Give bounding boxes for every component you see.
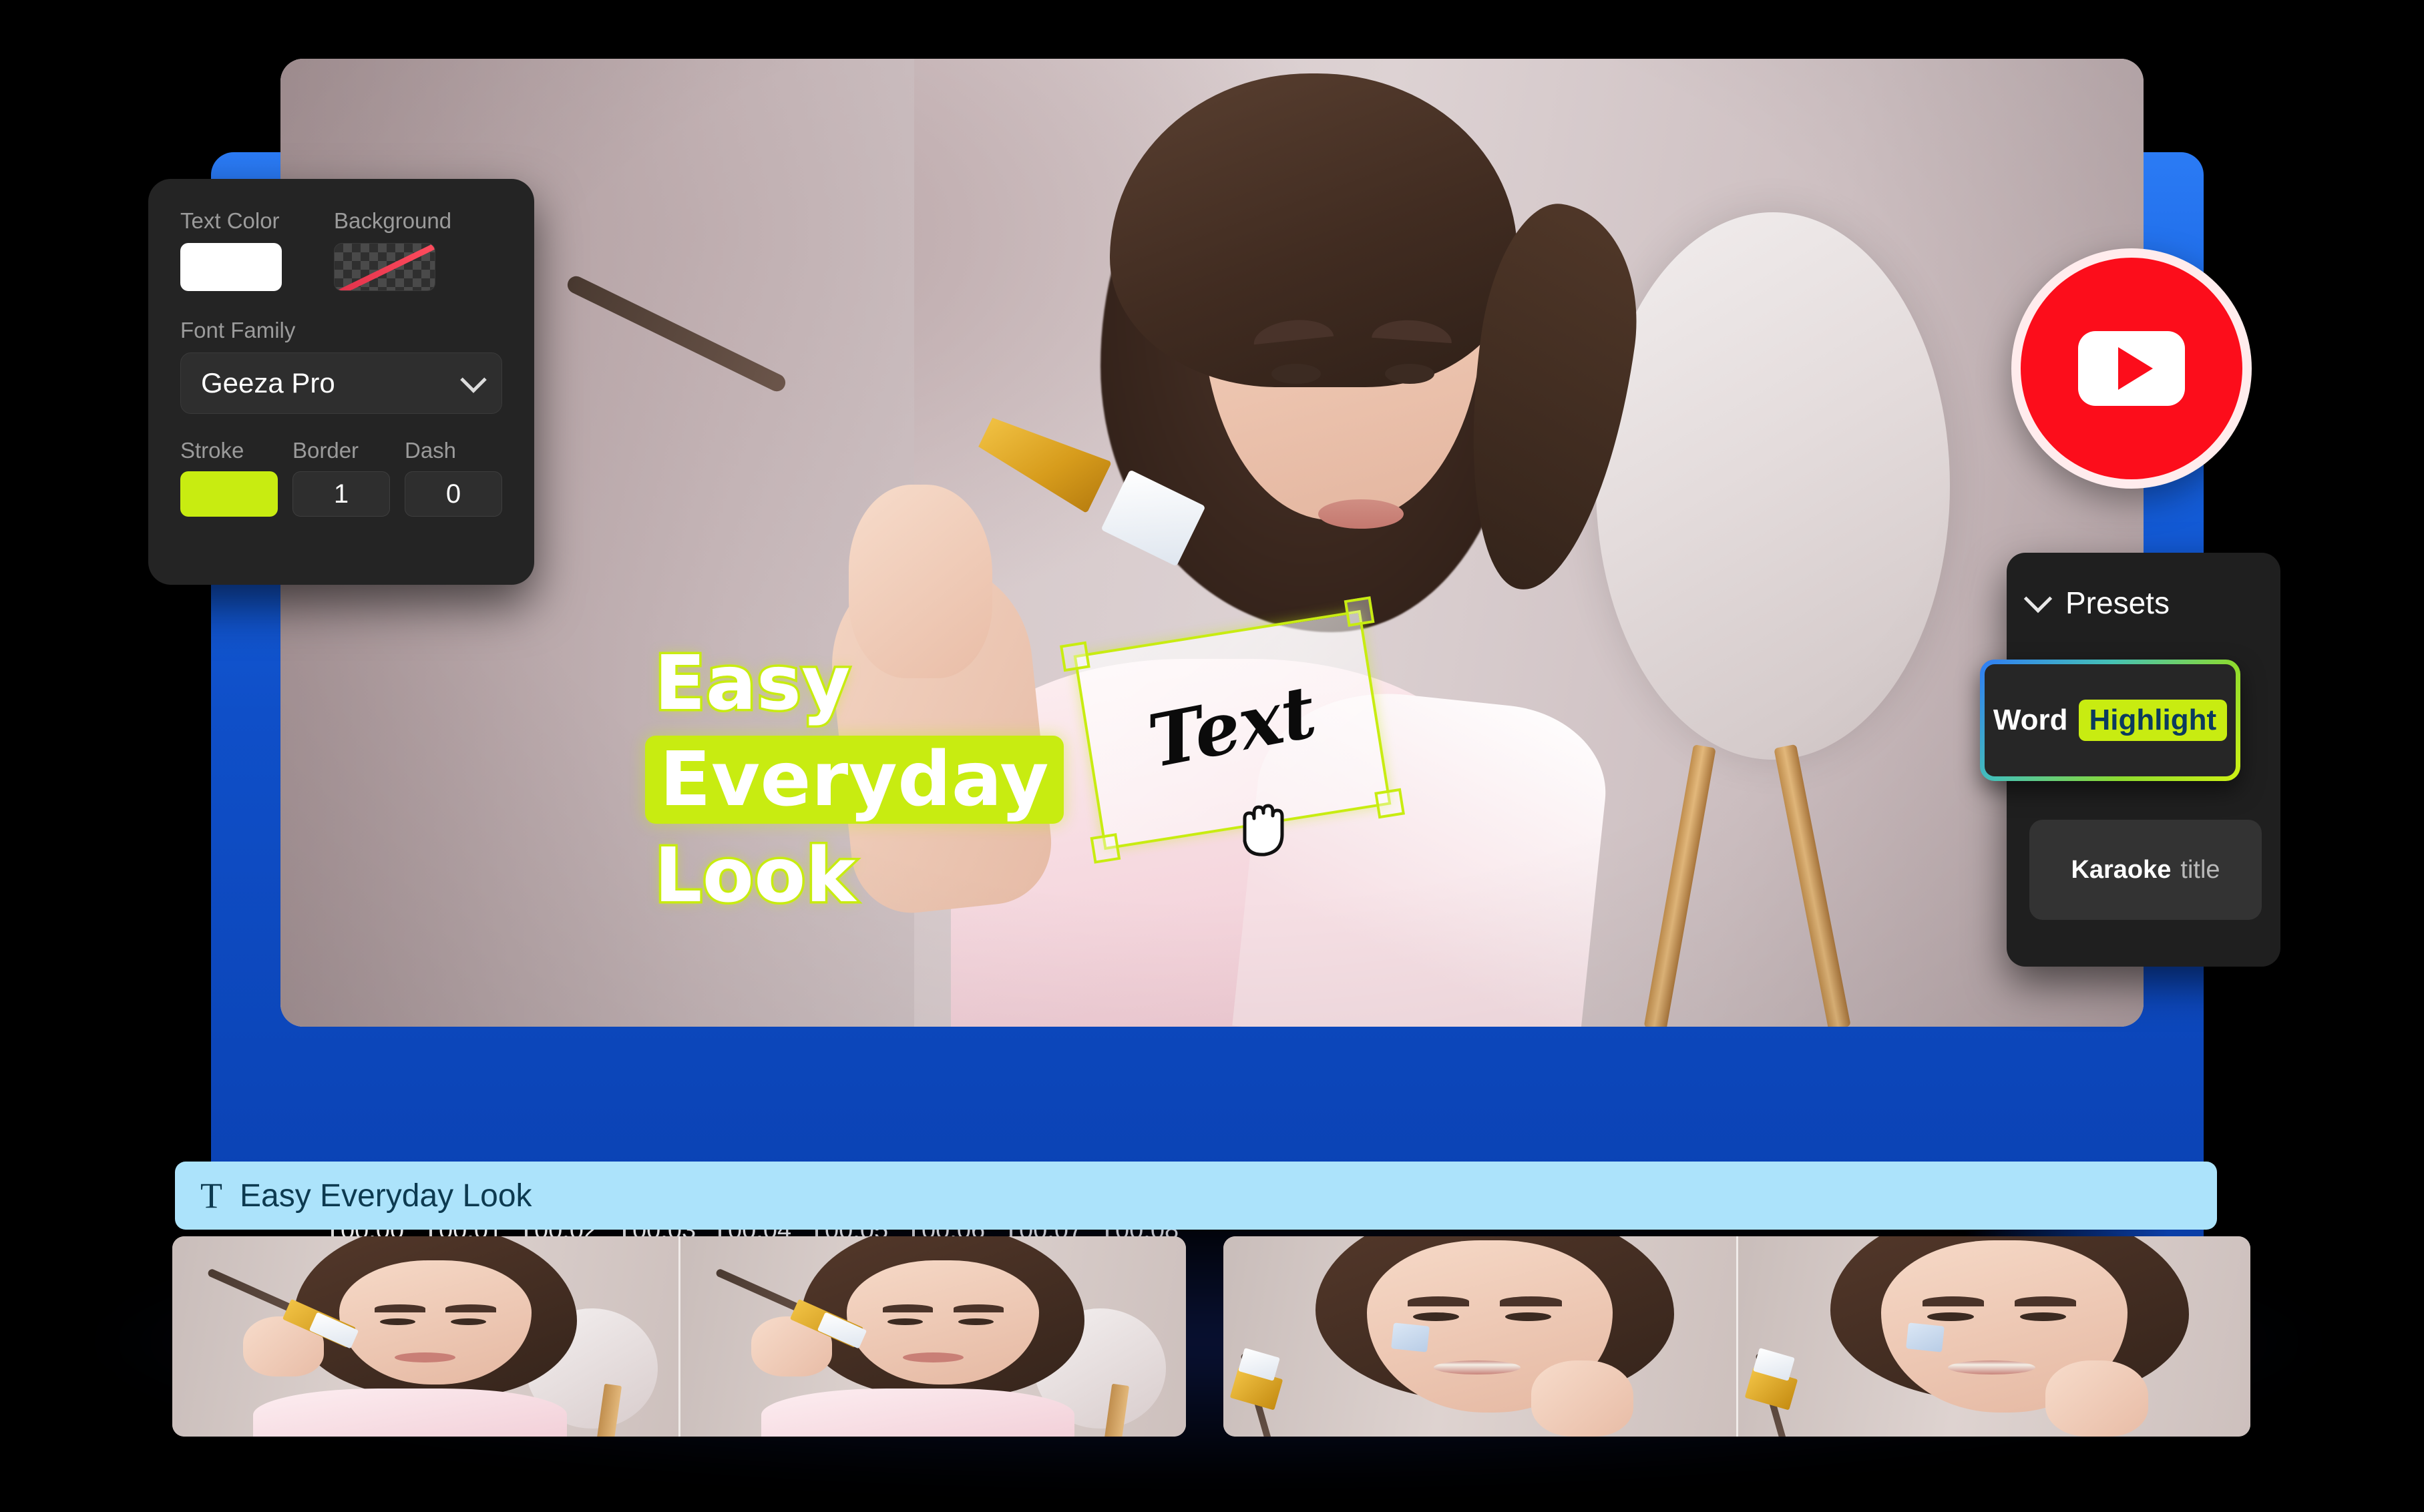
- dash-input[interactable]: 0: [405, 471, 502, 517]
- thumbnail-image: [172, 1236, 678, 1437]
- mini-shirt: [761, 1389, 1075, 1437]
- mini-hand: [1531, 1360, 1633, 1437]
- border-label: Border: [292, 438, 359, 463]
- font-family-select[interactable]: Geeza Pro: [180, 352, 502, 414]
- mini-lips: [1948, 1360, 2035, 1374]
- thumbnail-frame[interactable]: [1223, 1236, 1736, 1437]
- preset-word-label: Word: [1993, 704, 2068, 736]
- youtube-badge[interactable]: [2011, 248, 2252, 489]
- mini-eyebrow: [953, 1304, 1004, 1312]
- stroke-label: Stroke: [180, 438, 244, 463]
- grab-hand-cursor: [1243, 804, 1284, 856]
- mini-lips: [902, 1352, 964, 1362]
- mini-eyebrow: [882, 1304, 934, 1312]
- font-family-label: Font Family: [180, 318, 296, 342]
- border-group: Border 1: [292, 438, 390, 517]
- thumbnail-image: [1223, 1236, 1736, 1437]
- mini-lips: [1433, 1360, 1521, 1374]
- thumbnail-image: [1738, 1236, 2250, 1437]
- preset-item-word-highlight[interactable]: Word Highlight: [1980, 660, 2240, 781]
- presets-title: Presets: [2065, 585, 2170, 620]
- dash-group: Dash 0: [405, 438, 502, 517]
- mini-eyebrow: [1408, 1296, 1470, 1306]
- mini-cheek-swatch: [1391, 1322, 1430, 1352]
- mini-eye: [450, 1318, 486, 1326]
- text-clip-label: Easy Everyday Look: [240, 1178, 532, 1214]
- background-group: Background: [334, 208, 451, 291]
- text-color-group: Text Color: [180, 208, 282, 291]
- selected-text-content: Text: [1141, 669, 1322, 784]
- text-tool-icon: T: [200, 1176, 222, 1216]
- resize-handle-bottom-left[interactable]: [1090, 833, 1121, 864]
- thumbnail-frame[interactable]: [172, 1236, 678, 1437]
- mini-shirt: [253, 1389, 567, 1437]
- mini-eyebrow: [1922, 1296, 1984, 1306]
- background-color-swatch-none[interactable]: [334, 243, 435, 291]
- presets-panel[interactable]: Presets Word Highlight Karaoke title: [1985, 553, 2280, 967]
- timeline-text-clip[interactable]: T Easy Everyday Look: [175, 1162, 2217, 1230]
- stroke-color-swatch[interactable]: [180, 471, 278, 517]
- resize-handle-top-left[interactable]: [1060, 641, 1090, 672]
- text-color-swatch[interactable]: [180, 243, 282, 291]
- video-preview[interactable]: Easy Everyday Look Text: [280, 59, 2144, 1027]
- preview-vignette: [280, 59, 2144, 1027]
- mini-eyebrow: [1500, 1296, 1562, 1306]
- mini-cheek-swatch: [1905, 1322, 1945, 1352]
- mini-lips: [395, 1352, 456, 1362]
- mini-eyebrow: [375, 1304, 425, 1312]
- title-line-1[interactable]: Easy: [652, 644, 853, 724]
- thumbnail-frame[interactable]: [678, 1236, 1186, 1437]
- stroke-border-dash-row: Stroke Border 1 Dash 0: [180, 438, 502, 517]
- preview-frame-image: [280, 59, 2144, 1027]
- font-family-value: Geeza Pro: [201, 367, 335, 399]
- color-row: Text Color Background: [180, 208, 502, 291]
- preset-item-karaoke-title[interactable]: Karaoke title: [2029, 820, 2262, 920]
- thumbnail-group-clip-a[interactable]: [172, 1236, 1186, 1437]
- thumbnail-image: [680, 1236, 1186, 1437]
- thumbnail-frame[interactable]: [1736, 1236, 2250, 1437]
- title-line-3[interactable]: Look: [652, 836, 858, 916]
- preset-karaoke-light-label: title: [2180, 855, 2220, 884]
- mini-hand: [2045, 1360, 2148, 1437]
- resize-handle-bottom-right[interactable]: [1374, 788, 1405, 819]
- mini-eyebrow: [2014, 1296, 2077, 1306]
- presets-header[interactable]: Presets: [2007, 553, 2280, 621]
- preset-karaoke-bold-label: Karaoke: [2071, 855, 2172, 884]
- preset-highlight-label: Highlight: [2078, 700, 2228, 741]
- title-line-2-highlighted[interactable]: Everyday: [645, 736, 1064, 824]
- mini-eyebrow: [445, 1304, 496, 1312]
- play-triangle-icon: [2118, 347, 2153, 390]
- chevron-down-icon: [460, 366, 487, 393]
- thumbnail-group-clip-b[interactable]: [1223, 1236, 2250, 1437]
- title-text-overlay[interactable]: Easy Everyday Look: [645, 644, 1064, 928]
- mini-eye: [2019, 1312, 2066, 1322]
- text-color-label: Text Color: [180, 208, 280, 233]
- resize-handle-top-right[interactable]: [1344, 596, 1375, 627]
- chevron-down-icon[interactable]: [2023, 584, 2053, 613]
- background-label: Background: [334, 208, 452, 233]
- stroke-group: Stroke: [180, 438, 278, 517]
- mini-eye: [1927, 1312, 1974, 1322]
- youtube-icon: [2078, 331, 2185, 406]
- editor-screenshot: 00:00 00:01 00:02 00:03 00:04 00:05: [0, 0, 2424, 1512]
- dash-label: Dash: [405, 438, 457, 463]
- text-properties-panel[interactable]: Text Color Background Font Family Geeza …: [148, 179, 534, 585]
- mini-eye: [379, 1318, 415, 1326]
- border-width-input[interactable]: 1: [292, 471, 390, 517]
